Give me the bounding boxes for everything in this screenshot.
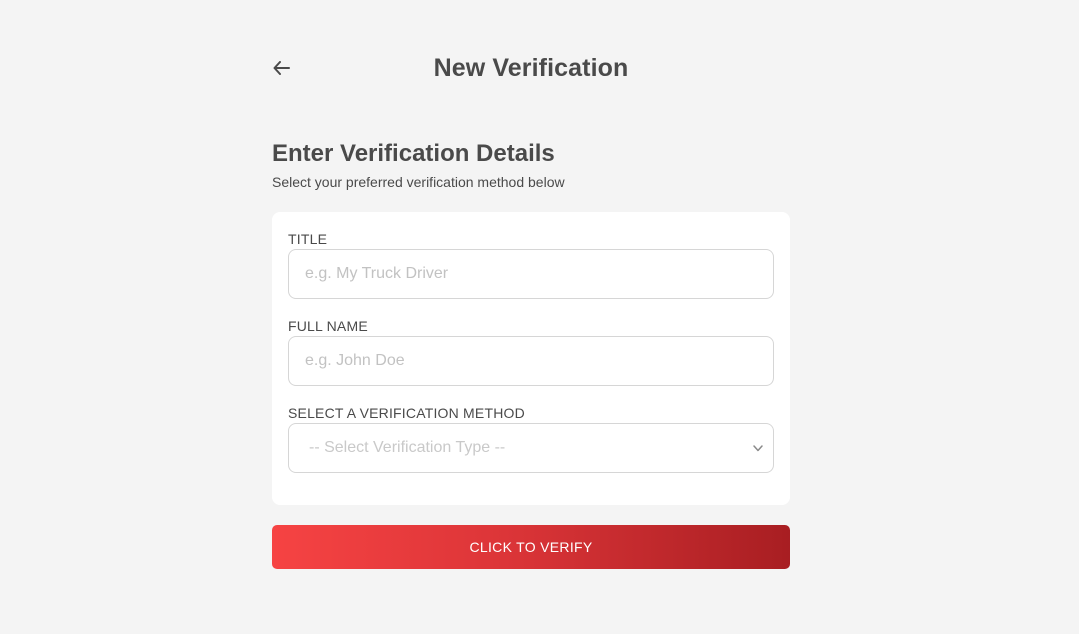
page-title: New Verification (433, 54, 629, 82)
verification-method-label: SELECT A VERIFICATION METHOD (288, 405, 525, 421)
title-input[interactable] (288, 249, 774, 299)
page-header: New Verification (272, 48, 790, 92)
verification-method-selected: -- Select Verification Type -- (309, 439, 506, 456)
verify-button[interactable]: CLICK TO VERIFY (272, 525, 790, 569)
verification-page: New Verification Enter Verification Deta… (0, 0, 1079, 634)
title-label: TITLE (288, 231, 328, 247)
full-name-label: FULL NAME (288, 318, 368, 334)
chevron-down-icon (751, 441, 765, 455)
full-name-input[interactable] (288, 336, 774, 386)
section-subheading: Select your preferred verification metho… (272, 174, 565, 190)
section-heading: Enter Verification Details (272, 140, 555, 167)
verification-form: TITLE FULL NAME SELECT A VERIFICATION ME… (272, 212, 790, 505)
verification-method-select[interactable]: -- Select Verification Type -- (288, 423, 774, 473)
